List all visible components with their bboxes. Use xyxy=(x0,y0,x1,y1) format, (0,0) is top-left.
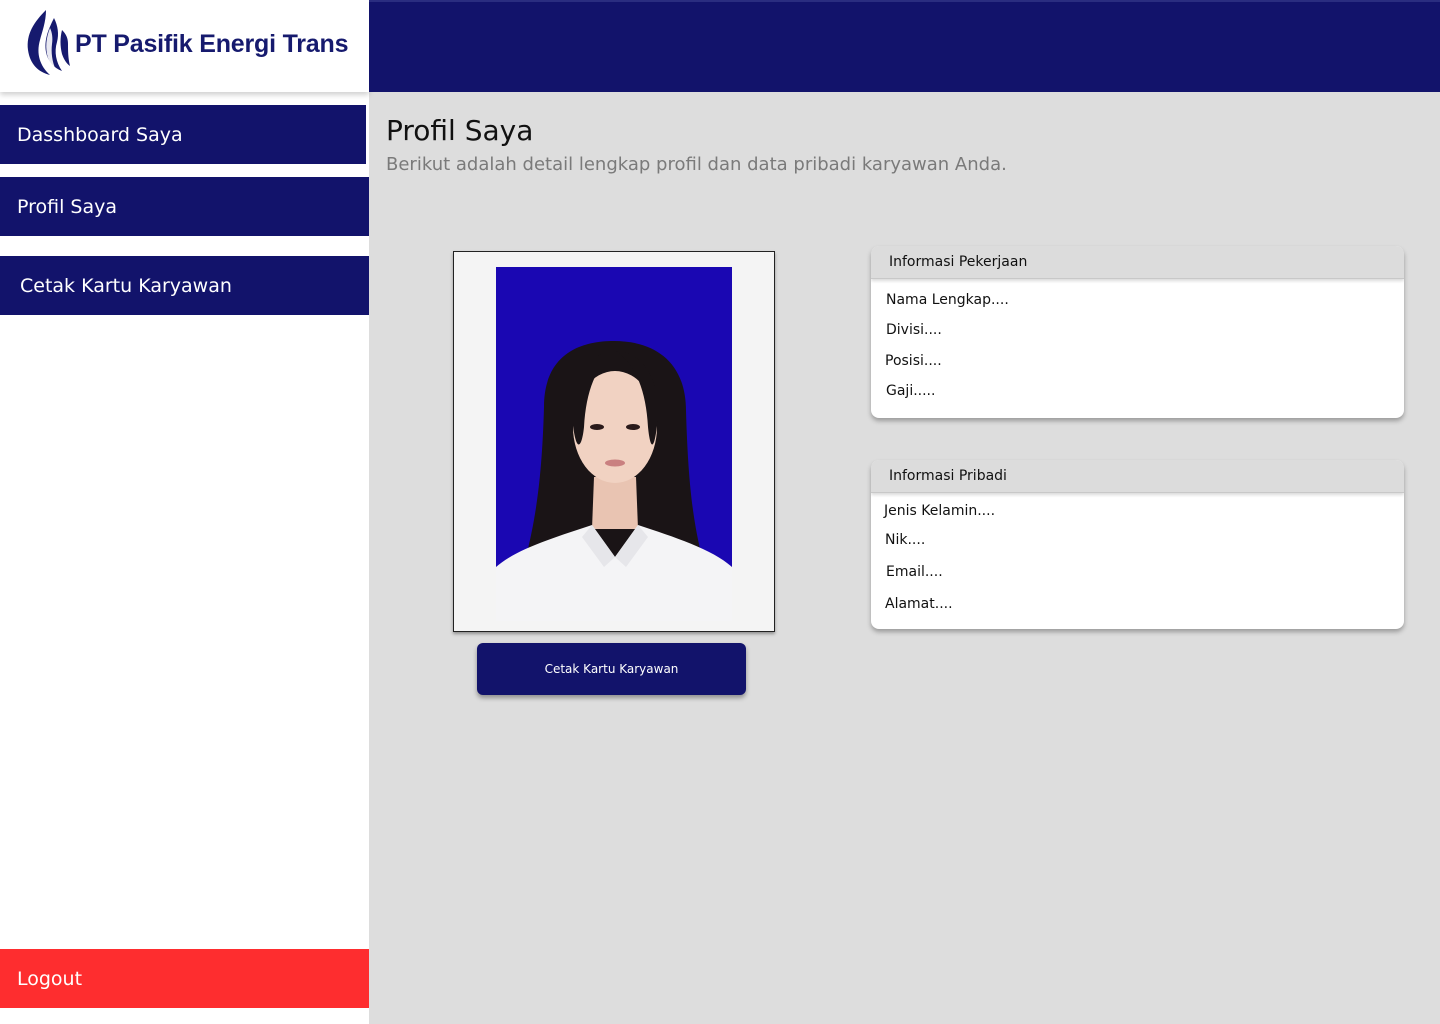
field-nik: Nik.... xyxy=(885,532,926,548)
page-subtitle: Berikut adalah detail lengkap profil dan… xyxy=(386,154,1007,175)
field-full-name: Nama Lengkap.... xyxy=(886,292,1009,308)
field-division: Divisi.... xyxy=(886,322,942,338)
personal-info-title: Informasi Pribadi xyxy=(871,460,1404,493)
field-salary: Gaji..... xyxy=(886,383,936,399)
job-info-card: Informasi Pekerjaan Nama Lengkap.... Div… xyxy=(871,246,1404,418)
profile-photo xyxy=(496,267,732,621)
logout-button[interactable]: Logout xyxy=(0,949,369,1008)
field-email: Email.... xyxy=(886,564,943,580)
field-position: Posisi.... xyxy=(885,353,942,369)
job-info-title: Informasi Pekerjaan xyxy=(871,246,1404,279)
sidebar: PT Pasifik Energi Trans Dasshboard Saya … xyxy=(0,0,369,1024)
sidebar-item-print-card[interactable]: Cetak Kartu Karyawan xyxy=(0,256,369,315)
top-header-bar xyxy=(369,0,1440,92)
field-gender: Jenis Kelamin.... xyxy=(884,503,996,519)
print-employee-card-button[interactable]: Cetak Kartu Karyawan xyxy=(477,643,746,695)
field-address: Alamat.... xyxy=(885,596,953,612)
sidebar-item-dashboard[interactable]: Dasshboard Saya xyxy=(0,105,366,164)
personal-info-card: Informasi Pribadi Jenis Kelamin.... Nik.… xyxy=(871,460,1404,629)
company-name: PT Pasifik Energi Trans xyxy=(75,30,349,58)
profile-photo-frame xyxy=(453,251,775,632)
sidebar-item-profile[interactable]: Profil Saya xyxy=(0,177,369,236)
logo-area: PT Pasifik Energi Trans xyxy=(0,0,369,92)
portrait-image xyxy=(496,267,732,621)
page-title: Profil Saya xyxy=(386,114,534,147)
flame-logo-icon xyxy=(27,10,70,75)
